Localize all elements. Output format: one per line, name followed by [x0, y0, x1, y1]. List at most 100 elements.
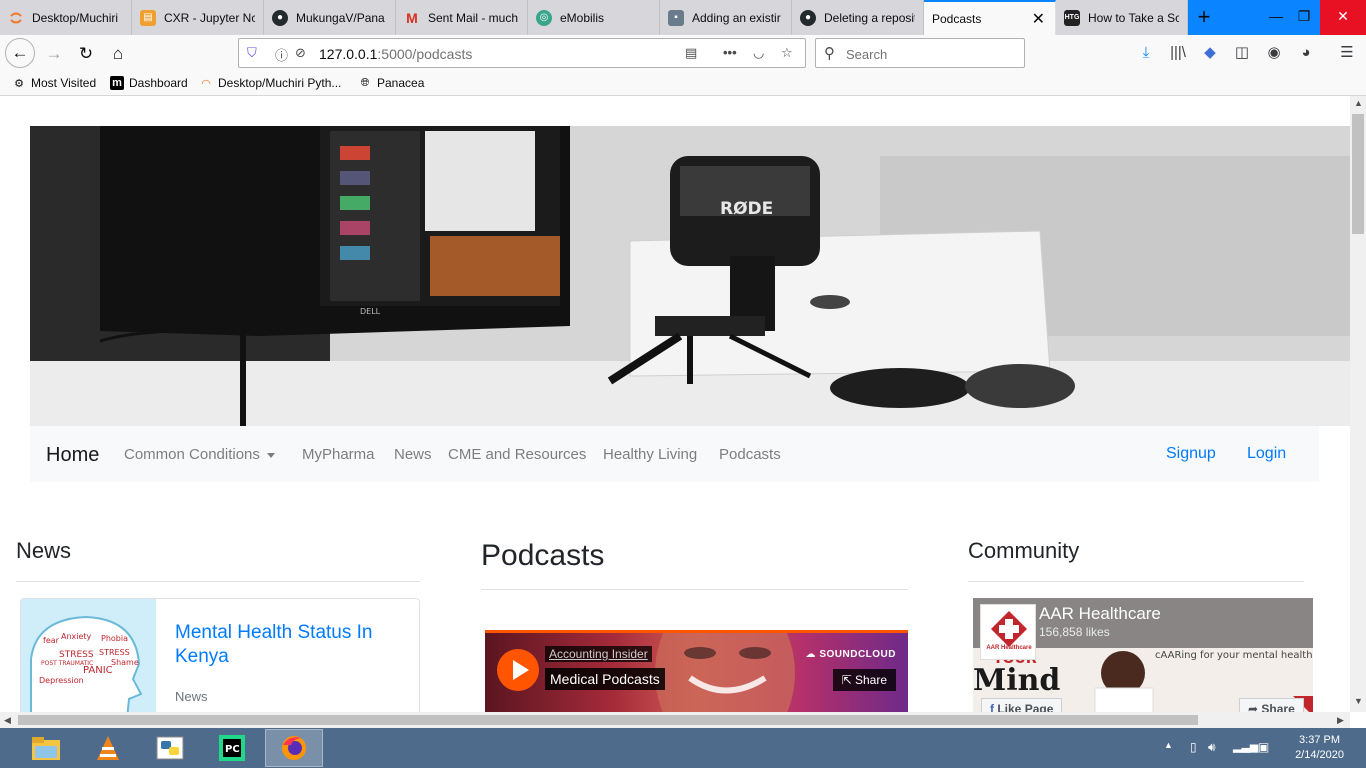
facebook-like-page-button[interactable]: f Like Page	[981, 698, 1063, 712]
svg-text:STRESS: STRESS	[99, 648, 130, 657]
tab-adding-existing[interactable]: ▪ Adding an existir	[660, 0, 792, 35]
signup-link[interactable]: Signup	[1166, 445, 1216, 463]
tray-show-hidden-icon[interactable]: ▲	[1164, 740, 1173, 750]
nav-common-conditions-dropdown[interactable]: Common Conditions	[124, 446, 275, 463]
vertical-scrollbar[interactable]: ▲ ▼	[1350, 96, 1366, 712]
tab-desktop-muchiri[interactable]: Desktop/Muchiri	[0, 0, 132, 35]
account-icon[interactable]: ◕	[1295, 42, 1317, 64]
camera-blocked-icon[interactable]: ⊘	[295, 45, 306, 61]
extension-icon[interactable]: ◆	[1199, 42, 1221, 64]
facebook-share-button[interactable]: ➦ Share	[1239, 698, 1304, 712]
bookmark-desktop-muchiri[interactable]: ◠ Desktop/Muchiri Pyth...	[199, 76, 341, 90]
new-tab-button[interactable]: +	[1190, 4, 1218, 32]
forward-button[interactable]: →	[40, 40, 68, 68]
tab-github-pana[interactable]: ● MukungaV/Pana	[264, 0, 396, 35]
page-content: DELL RØDE Home Common Conditions MyPharm…	[0, 96, 1350, 712]
bookmark-dashboard[interactable]: m Dashboard	[110, 76, 188, 90]
jupyter-icon: ◠	[201, 77, 211, 90]
tab-podcasts[interactable]: Podcasts ✕	[924, 0, 1056, 35]
vertical-scroll-thumb[interactable]	[1352, 114, 1364, 234]
pocket-icon[interactable]: ◡	[753, 45, 764, 61]
download-icon[interactable]: ⤓	[1135, 42, 1157, 64]
scroll-down-arrow-icon[interactable]: ▼	[1354, 696, 1363, 706]
action-center-alert-icon[interactable]: ▣	[1258, 740, 1269, 754]
url-text[interactable]: 127.0.0.1:5000/podcasts	[319, 46, 472, 62]
info-icon[interactable]: ⓘ	[275, 45, 288, 64]
nav-news[interactable]: News	[394, 446, 432, 463]
reader-view-icon[interactable]: ▤	[685, 45, 697, 61]
file-explorer-icon	[32, 737, 60, 760]
scroll-right-arrow-icon[interactable]: ▶	[1337, 715, 1344, 726]
battery-icon[interactable]: ▯	[1190, 740, 1197, 754]
svg-text:cAARing for your mental health: cAARing for your mental health	[1155, 650, 1313, 661]
tab-cxr-jupyter[interactable]: ▤ CXR - Jupyter Nc	[132, 0, 264, 35]
bookmark-most-visited[interactable]: ⚙ Most Visited	[12, 76, 96, 90]
svg-text:POST TRAUMATIC: POST TRAUMATIC	[41, 660, 93, 667]
page-icon: ▪	[668, 9, 684, 26]
podcast-track-title[interactable]: Medical Podcasts	[545, 668, 665, 690]
tab-sent-mail[interactable]: M Sent Mail - much	[396, 0, 528, 35]
svg-text:Mind: Mind	[973, 663, 1060, 698]
htg-icon: HTG	[1064, 9, 1080, 26]
tab-how-to-take[interactable]: HTG How to Take a Sc	[1056, 0, 1188, 35]
page-actions-icon[interactable]: •••	[723, 45, 737, 60]
facebook-page-widget[interactable]: YOUR Mind cAARing for your mental health…	[973, 598, 1313, 712]
play-button[interactable]	[497, 649, 539, 691]
mental-health-head-illustration: Anxiety Phobia STRESS STRESS Shame PANIC…	[21, 599, 156, 712]
tracker-icon[interactable]: ◉	[1263, 42, 1285, 64]
library-icon[interactable]: |||\	[1167, 42, 1189, 64]
firefox-icon	[282, 736, 306, 760]
soundcloud-player[interactable]: Accounting Insider Medical Podcasts ☁ SO…	[485, 630, 908, 712]
news-card-title[interactable]: Mental Health Status In Kenya	[175, 621, 405, 669]
back-button[interactable]: ←	[5, 38, 35, 68]
news-card[interactable]: Anxiety Phobia STRESS STRESS Shame PANIC…	[20, 598, 420, 712]
hero-image: DELL RØDE	[30, 126, 1350, 426]
svg-text:RØDE: RØDE	[720, 199, 773, 219]
soundcloud-logo[interactable]: ☁ SOUNDCLOUD	[806, 649, 896, 660]
vlc-button[interactable]	[79, 729, 137, 767]
window-close-button[interactable]: ✕	[1320, 0, 1366, 35]
community-heading: Community	[968, 538, 1080, 563]
close-icon[interactable]: ✕	[1032, 9, 1045, 29]
scroll-left-arrow-icon[interactable]: ◀	[4, 715, 11, 726]
aar-logo[interactable]: AAR Healthcare	[980, 604, 1036, 660]
tracking-protection-shield-icon[interactable]: ⛉	[247, 45, 257, 61]
news-heading: News	[16, 538, 72, 563]
pycharm-button[interactable]: PC	[203, 729, 261, 767]
navbar-brand-home[interactable]: Home	[46, 444, 99, 467]
svg-text:fear: fear	[43, 636, 60, 645]
share-button[interactable]: ⇱ Share	[832, 669, 896, 691]
bookmark-panacea[interactable]: 🌐︎ Panacea	[358, 76, 425, 90]
vlc-icon	[97, 736, 119, 760]
network-signal-icon[interactable]: ▂▃▅	[1233, 740, 1258, 753]
facebook-page-name[interactable]: AAR Healthcare	[1039, 604, 1161, 624]
horizontal-scrollbar[interactable]: ◀ ▶	[0, 712, 1350, 728]
firefox-button[interactable]	[265, 729, 323, 767]
news-thumbnail-image: Anxiety Phobia STRESS STRESS Shame PANIC…	[21, 599, 156, 712]
scroll-up-arrow-icon[interactable]: ▲	[1354, 98, 1363, 108]
github-icon: ●	[272, 9, 288, 26]
login-link[interactable]: Login	[1247, 445, 1286, 463]
python-idle-button[interactable]	[141, 729, 199, 767]
menu-icon[interactable]: ☰	[1336, 42, 1358, 64]
url-bar[interactable]: ⛉ ⓘ ⊘ 127.0.0.1:5000/podcasts ▤ ••• ◡ ☆	[238, 38, 806, 68]
home-button[interactable]: ⌂	[104, 40, 132, 68]
tab-emobilis[interactable]: ◎ eMobilis	[528, 0, 660, 35]
nav-podcasts[interactable]: Podcasts	[719, 446, 781, 463]
file-explorer-button[interactable]	[17, 729, 75, 767]
bookmark-star-icon[interactable]: ☆	[781, 45, 793, 61]
horizontal-scroll-thumb[interactable]	[18, 715, 1198, 725]
restore-button[interactable]: ❐	[1284, 0, 1324, 35]
reload-button[interactable]: ↻	[72, 40, 100, 68]
search-box[interactable]: ⚲ Search	[815, 38, 1025, 68]
m-logo-icon: m	[110, 76, 124, 90]
sidebar-icon[interactable]: ◫	[1231, 42, 1253, 64]
taskbar-clock[interactable]: 3:37 PM 2/14/2020	[1295, 733, 1344, 763]
volume-icon[interactable]: 🔊︎	[1208, 740, 1216, 755]
tab-deleting-repo[interactable]: ● Deleting a reposit	[792, 0, 924, 35]
nav-cme-resources[interactable]: CME and Resources	[448, 446, 586, 463]
windows-taskbar: PC ▲ ▯ 🔊︎ ▂▃▅ ▣ 3:37 PM 2/14/2020	[0, 728, 1366, 768]
podcast-author-link[interactable]: Accounting Insider	[545, 646, 652, 662]
nav-healthy-living[interactable]: Healthy Living	[603, 446, 697, 463]
nav-mypharma[interactable]: MyPharma	[302, 446, 375, 463]
